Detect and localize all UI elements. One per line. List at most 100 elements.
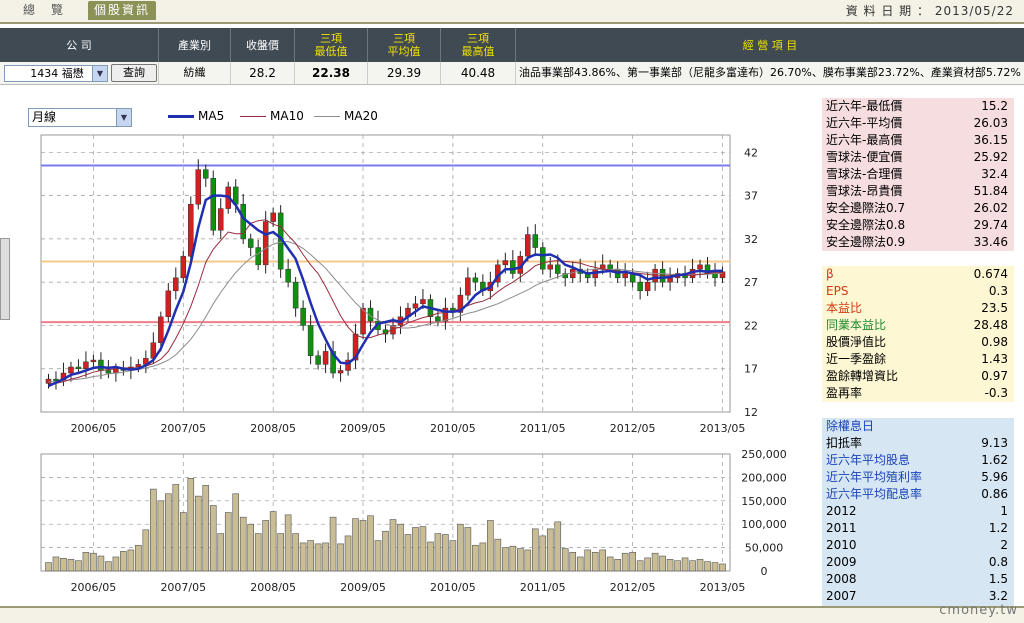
- x-tick-label: 2006/05: [71, 581, 117, 594]
- panel-value: 29.74: [973, 218, 1008, 232]
- volume-bar: [322, 542, 329, 572]
- tab-stock-info[interactable]: 個股資訊: [88, 1, 156, 20]
- x-tick-label: 2010/05: [430, 581, 476, 594]
- candle-body: [435, 316, 441, 322]
- candle-body: [285, 268, 291, 283]
- volume-bar: [576, 556, 584, 572]
- tab-overview[interactable]: 總 覽: [4, 1, 84, 20]
- volume-tick-label: 100,000: [741, 518, 787, 531]
- chevron-down-icon[interactable]: ▼: [116, 109, 131, 126]
- legend-ma10: MA10: [240, 108, 304, 124]
- header-industry: 產業別: [159, 28, 231, 62]
- volume-bar: [284, 514, 292, 572]
- panel-row: 雪球法-便宜價 25.92: [822, 149, 1014, 166]
- volume-bar: [314, 543, 322, 572]
- panel-key: 2008: [826, 572, 857, 586]
- stock-select[interactable]: 1434 福懋 ▼: [4, 65, 108, 82]
- volume-bar: [135, 544, 142, 572]
- panel-row: 近六年平均配息率 0.86: [822, 486, 1014, 503]
- header-company: 公 司: [0, 28, 159, 62]
- volume-bar: [397, 523, 404, 572]
- header-max: 三項 最高值: [441, 28, 516, 62]
- candle-body: [195, 169, 202, 205]
- info-header: 公 司 產業別 收盤價 三項 最低值 三項 平均值 三項 最高值 經 營 項 目: [0, 28, 1024, 62]
- volume-bar: [546, 528, 554, 572]
- panel-row: 除權息日: [822, 418, 1014, 435]
- candle-body: [360, 307, 366, 335]
- volume-bar: [194, 495, 202, 572]
- candle-body: [412, 303, 419, 309]
- header-max-1: 三項: [467, 32, 489, 45]
- candle-body: [607, 264, 613, 270]
- panel-row: 雪球法-昂貴價 51.84: [822, 183, 1014, 200]
- panel-key: EPS: [826, 284, 849, 298]
- volume-bar: [127, 549, 135, 572]
- header-avg-2: 平均值: [387, 45, 421, 58]
- panel-key: 扣抵率: [826, 436, 863, 450]
- volume-bar: [569, 551, 577, 572]
- volume-bar: [464, 527, 472, 572]
- query-button[interactable]: 查詢: [111, 64, 157, 82]
- volume-bar: [359, 520, 367, 572]
- volume-bar: [704, 561, 711, 572]
- volume-bar: [711, 562, 719, 572]
- y-tick-label: 12: [744, 406, 758, 419]
- candle-body: [555, 264, 561, 274]
- panel-row: 近六年-最低價 15.2: [822, 98, 1014, 115]
- panel-value: 0.3: [988, 284, 1008, 298]
- volume-bar: [509, 545, 517, 572]
- panel-key: 除權息日: [826, 419, 875, 433]
- x-tick-label: 2010/05: [430, 422, 476, 435]
- volume-bar: [262, 520, 269, 572]
- legend-ma10-line: [240, 116, 266, 117]
- candle-body: [158, 316, 164, 343]
- volume-tick-label: 200,000: [741, 471, 787, 484]
- avg-value: 29.39: [368, 62, 441, 84]
- candle-body: [644, 281, 651, 292]
- panel-row: 安全邊際法0.8 29.74: [822, 217, 1014, 234]
- volume-bar: [442, 534, 449, 572]
- panel-value: 0.674: [973, 267, 1008, 281]
- candle-body: [83, 361, 89, 369]
- panel-key: 同業本益比: [826, 318, 887, 332]
- y-tick-label: 27: [744, 276, 758, 289]
- volume-bar: [681, 557, 689, 572]
- panel-row: 2011 1.2: [822, 520, 1014, 537]
- volume-bar: [651, 552, 659, 572]
- volume-bar: [202, 485, 210, 572]
- candle-body: [247, 238, 254, 248]
- panel-row: 安全邊際法0.9 33.46: [822, 234, 1014, 251]
- candle-body: [525, 234, 531, 257]
- volume-bar: [412, 527, 419, 572]
- close-value: 28.2: [231, 62, 295, 84]
- period-select[interactable]: 月線 ▼: [28, 108, 132, 127]
- volume-bar: [112, 556, 120, 572]
- panel-value: 0.86: [981, 487, 1008, 501]
- volume-bar: [457, 523, 464, 572]
- panel-key: 近六年-最低價: [826, 99, 903, 113]
- candle-body: [105, 370, 112, 374]
- panel-key: 股價淨值比: [826, 335, 887, 349]
- header-close: 收盤價: [231, 28, 295, 62]
- volume-bar: [97, 555, 105, 572]
- watermark: cmoney.tw: [939, 603, 1018, 618]
- volume-bar: [344, 535, 352, 572]
- panel-row: 2012 1: [822, 503, 1014, 520]
- volume-bar: [247, 523, 254, 572]
- y-tick-label: 42: [744, 146, 758, 159]
- volume-bar: [614, 559, 621, 572]
- panel-key: 2007: [826, 589, 857, 603]
- chevron-down-icon[interactable]: ▼: [92, 66, 107, 81]
- period-select-value: 月線: [32, 110, 57, 124]
- x-tick-label: 2006/05: [71, 422, 117, 435]
- x-tick-label: 2013/05: [700, 581, 746, 594]
- candle-body: [300, 307, 306, 326]
- candle-body: [203, 169, 209, 179]
- volume-bar: [217, 533, 225, 572]
- volume-bar: [419, 526, 427, 572]
- panel-key: 本益比: [826, 301, 863, 315]
- panel-value: 0.98: [981, 335, 1008, 349]
- panel-row: 2010 2: [822, 537, 1014, 554]
- panel-row: 安全邊際法0.7 26.02: [822, 200, 1014, 217]
- candle-body: [90, 359, 97, 363]
